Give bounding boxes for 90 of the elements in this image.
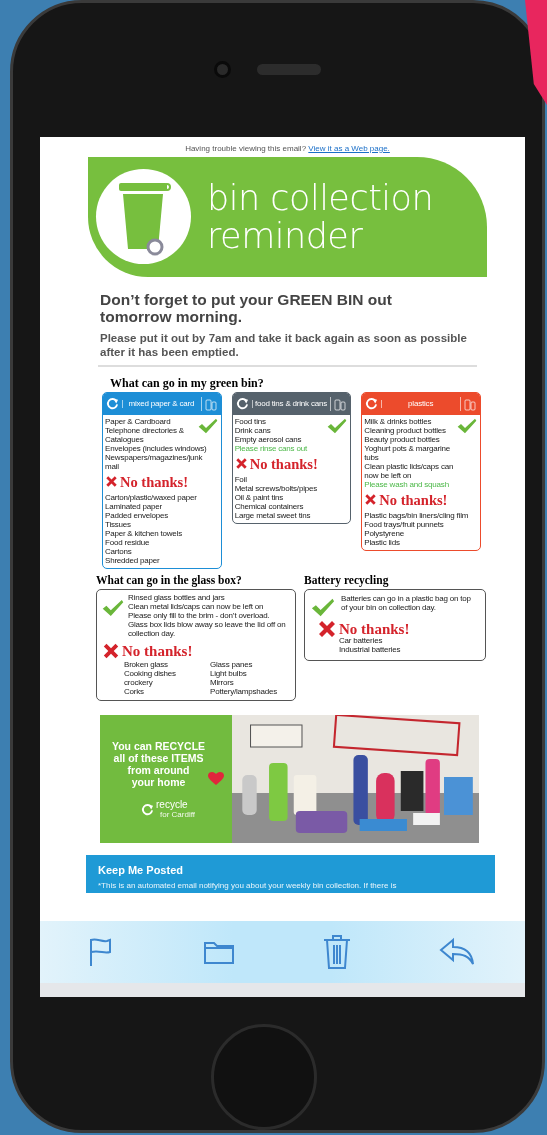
list-item: Large metal sweet tins xyxy=(234,511,312,521)
trash-icon[interactable] xyxy=(322,934,353,970)
list-item: Please rinse cans out xyxy=(234,443,308,453)
list-item: Foil xyxy=(234,475,248,485)
list-item: Batteries can go in a plastic bag on top of your bin on collection day. xyxy=(341,594,472,613)
headline-text: Don’t forget to put your GREEN BIN out tomorrow morning. xyxy=(100,290,393,325)
list-item: Pottery/lampshades xyxy=(210,687,279,697)
list-item: Carton/plastic/waxed paper xyxy=(105,493,198,503)
cross-icon xyxy=(317,619,337,640)
list-item: Glass panes xyxy=(210,660,254,670)
recycle-icon xyxy=(365,397,379,411)
list-item: Cooking dishes crockery xyxy=(124,669,177,688)
list-item: Tissues xyxy=(105,520,132,530)
logo-subtext: for Cardiff xyxy=(160,809,195,819)
cross-icon xyxy=(234,457,248,471)
list-item: Food residue xyxy=(105,538,151,548)
no-thanks-label: No thanks! xyxy=(339,621,410,637)
list-item: Envelopes (includes windows) xyxy=(105,443,207,453)
list-item: Cleaning product bottles xyxy=(364,425,447,435)
recycle-icon xyxy=(141,802,154,816)
list-item: Glass box lids blow away so leave the lid off on collection day. xyxy=(128,620,287,639)
list-item: Mirrors xyxy=(210,678,235,688)
web-page-link[interactable]: View it as a Web page. xyxy=(308,143,390,153)
banner-title: bin collection reminder xyxy=(207,178,435,255)
no-thanks-label: No thanks! xyxy=(249,456,318,472)
recycle-icon xyxy=(106,397,119,411)
list-item: Padded envelopes xyxy=(105,511,170,521)
list-item: Rinsed glass bottles and jars xyxy=(128,593,226,603)
no-thanks-label: No thanks! xyxy=(120,474,189,490)
recycle-icon xyxy=(235,397,249,411)
folder-icon[interactable] xyxy=(202,939,235,965)
container-icon xyxy=(200,396,218,411)
list-item: Car batteries xyxy=(339,636,384,646)
list-item: Shredded paper xyxy=(105,556,161,566)
check-icon xyxy=(311,598,335,618)
list-item: Cartons xyxy=(105,547,133,557)
list-item: Clean metal lids/caps can now be left on xyxy=(128,602,265,612)
list-item: Paper & Cardboard xyxy=(105,416,172,426)
list-item: Please only fill to the brim - don’t overload. xyxy=(128,611,271,621)
logo-text: recycle xyxy=(156,799,188,810)
no-thanks-label: No thanks! xyxy=(122,643,193,659)
list-item: Drink cans xyxy=(234,425,272,435)
list-item: Food trays/fruit punnets xyxy=(364,520,445,530)
promo-text-line: from around xyxy=(126,763,191,776)
heart-icon xyxy=(208,771,225,786)
list-item: Milk & drinks bottles xyxy=(364,416,433,426)
list-item: Corks xyxy=(124,687,145,697)
list-item: Empty aerosol cans xyxy=(234,434,303,444)
check-icon xyxy=(102,599,124,618)
section-heading: Battery recycling xyxy=(304,574,390,588)
subtext: Please put it out by 7am and take it back again as soon as possible after it has been emptied. xyxy=(99,330,468,359)
list-item: Clean plastic lids/caps can now be left on xyxy=(364,461,455,480)
list-item: Telephone directories & Catalogues xyxy=(105,425,185,444)
promo-text-line: all of these ITEMS xyxy=(112,751,205,764)
list-item: Metal screws/bolts/pipes xyxy=(234,484,318,494)
bin-type-label: food tins & drink cans xyxy=(251,399,328,408)
check-icon xyxy=(197,417,218,434)
cross-icon xyxy=(102,642,120,661)
camera-icon xyxy=(214,61,231,79)
footer-text: *This is an automated email notifying you about your weekly bin collection. If there is xyxy=(98,881,398,891)
footer-heading: Keep Me Posted xyxy=(98,863,184,878)
container-icon xyxy=(460,396,477,411)
container-icon xyxy=(330,396,348,411)
list-item: Oil & paint tins xyxy=(234,493,285,503)
list-item: Plastic lids xyxy=(364,538,401,548)
check-icon xyxy=(327,417,348,434)
list-item: Please wash and squash xyxy=(364,479,450,489)
list-item: Paper & kitchen towels xyxy=(105,529,183,539)
list-item: Broken glass xyxy=(124,660,169,670)
cross-icon xyxy=(105,475,118,489)
section-heading: What can go in my green bin? xyxy=(109,376,265,390)
promo-text-line: your home xyxy=(130,775,187,788)
list-item: Light bulbs xyxy=(210,669,248,679)
list-item: Polystyrene xyxy=(364,529,405,539)
list-item: Food tins xyxy=(234,416,267,426)
list-item: Beauty product bottles xyxy=(364,434,441,444)
promo-text-line: You can RECYCLE xyxy=(111,739,206,752)
list-item: Chemical containers xyxy=(234,502,305,512)
list-item: Plastic bags/bin liners/cling film xyxy=(364,511,470,521)
bin-type-label: mixed paper & card xyxy=(122,399,198,408)
section-heading: What can go in the glass box? xyxy=(96,574,243,588)
no-thanks-label: No thanks! xyxy=(379,492,448,508)
list-item: Laminated paper xyxy=(105,502,164,512)
bin-type-label: plastics xyxy=(381,399,457,408)
cross-icon xyxy=(364,493,378,507)
list-item: Industrial batteries xyxy=(339,645,402,655)
notice-text: Having trouble viewing this email? View it as a Web page. xyxy=(184,143,391,153)
list-item: Newspapers/magazines/junk mail xyxy=(105,452,203,471)
list-item: Yoghurt pots & margarine tubs xyxy=(364,443,451,462)
check-icon xyxy=(457,417,477,434)
